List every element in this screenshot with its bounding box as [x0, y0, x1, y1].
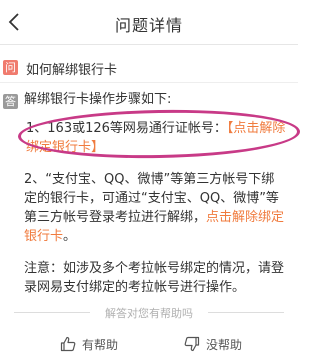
answer-intro: 解绑银行卡操作步骤如下: — [24, 92, 172, 107]
divider — [208, 312, 284, 313]
question-text: 如何解绑银行卡 — [26, 63, 118, 78]
question-badge: 问 — [3, 60, 18, 75]
header-bar: 问题详情 — [0, 0, 298, 45]
step-2-end: 。 — [63, 229, 77, 244]
not-helpful-button[interactable]: 没帮助 — [184, 333, 242, 355]
helpful-button[interactable]: 有帮助 — [60, 333, 118, 355]
not-helpful-label: 没帮助 — [206, 337, 243, 352]
answer-step-2: 2、“支付宝、QQ、微博”等第三方帐号下绑定的银行卡，可通过“支付宝、QQ、微博… — [24, 170, 286, 246]
divider — [0, 82, 298, 83]
thumbs-up-icon — [60, 336, 76, 352]
step-1-text: 1、163或126等网易通行证帐号： — [26, 121, 227, 136]
feedback-prompt-row: 解答对您有帮助吗 — [0, 302, 298, 322]
answer-note: 注意：如涉及多个考拉帐号绑定的情况，请登录网易支付绑定的考拉帐号进行操作。 — [24, 261, 285, 295]
answer-badge: 答 — [3, 94, 18, 109]
feedback-prompt: 解答对您有帮助吗 — [105, 307, 193, 320]
page-title: 问题详情 — [114, 16, 183, 35]
answer-body: 解绑银行卡操作步骤如下: 1、163或126等网易通行证帐号：【点击解除绑定银行… — [17, 90, 301, 311]
thumbs-down-icon — [184, 336, 200, 352]
helpful-label: 有帮助 — [82, 337, 119, 352]
answer-step-1: 1、163或126等网易通行证帐号：【点击解除绑定银行卡】 — [24, 119, 286, 157]
